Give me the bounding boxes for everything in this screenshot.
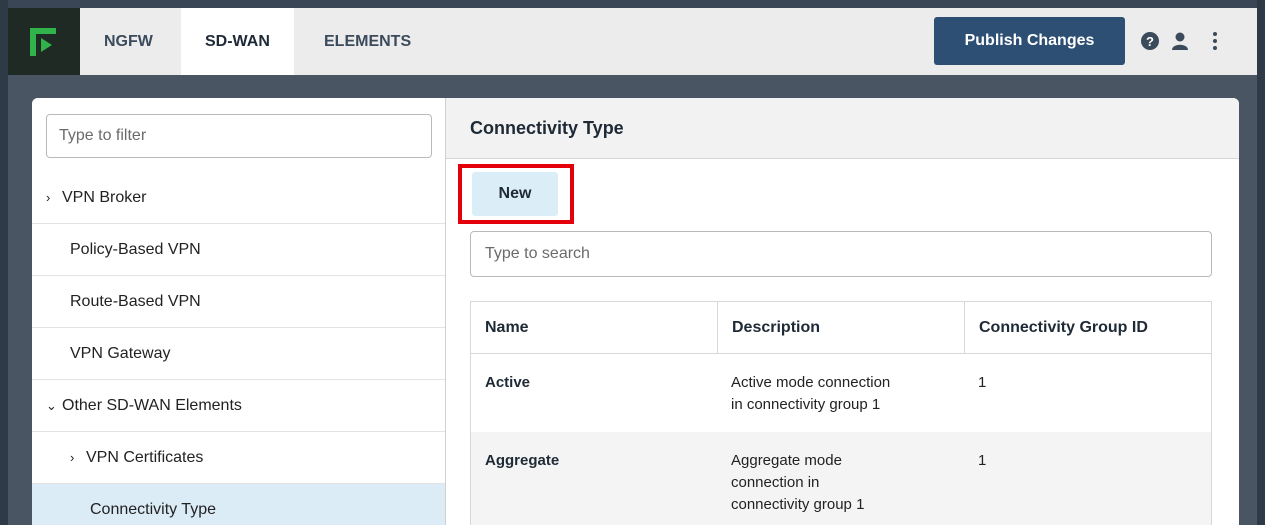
publish-changes-button[interactable]: Publish Changes bbox=[934, 17, 1125, 65]
sidebar-item-connectivity-type[interactable]: Connectivity Type bbox=[32, 484, 445, 525]
column-header-connectivity-group-id[interactable]: Connectivity Group ID bbox=[964, 302, 1211, 354]
chevron-down-icon: ⌄ bbox=[46, 398, 57, 413]
connectivity-type-table: Name Description Connectivity Group ID A… bbox=[470, 301, 1212, 525]
sidebar-item-label: Policy-Based VPN bbox=[70, 241, 201, 258]
nav-tab-ngfw[interactable]: NGFW bbox=[80, 8, 177, 75]
cell-description: Active mode connection in connectivity g… bbox=[717, 354, 964, 416]
chevron-right-icon: › bbox=[70, 450, 75, 465]
sidebar-item-other-sd-wan-elements[interactable]: ⌄ Other SD-WAN Elements bbox=[32, 380, 445, 432]
sidebar: Type to filter › VPN Broker Policy-Based … bbox=[32, 98, 446, 525]
content-header: Connectivity Type bbox=[446, 98, 1239, 159]
cell-name: Active bbox=[485, 374, 531, 391]
help-icon[interactable]: ? bbox=[1140, 31, 1160, 51]
cell-description-line: connection in bbox=[731, 474, 820, 491]
sidebar-item-policy-based-vpn[interactable]: Policy-Based VPN bbox=[32, 224, 445, 276]
cell-name: Aggregate bbox=[485, 452, 560, 469]
column-header-name[interactable]: Name bbox=[471, 302, 717, 354]
sidebar-item-label: Connectivity Type bbox=[90, 501, 216, 518]
cell-description-line: Aggregate mode bbox=[731, 452, 842, 469]
page-title: Connectivity Type bbox=[470, 118, 624, 138]
content-area: Connectivity Type New Type to search Nam… bbox=[446, 98, 1239, 525]
new-button[interactable]: New bbox=[472, 172, 558, 216]
chevron-right-icon: › bbox=[46, 190, 51, 205]
cell-group-id: 1 bbox=[978, 374, 987, 391]
sidebar-item-vpn-broker[interactable]: › VPN Broker bbox=[32, 172, 445, 224]
table-row[interactable]: Aggregate Aggregate mode connection in c… bbox=[471, 432, 1211, 525]
window-border-right bbox=[1257, 0, 1265, 525]
cell-description-line: connectivity group 1 bbox=[731, 496, 865, 513]
user-icon[interactable] bbox=[1170, 31, 1190, 51]
top-navigation-bar: NGFW SD-WAN ELEMENTS Publish Changes ? bbox=[8, 8, 1257, 75]
sidebar-item-vpn-certificates[interactable]: › VPN Certificates bbox=[32, 432, 445, 484]
sidebar-item-label: VPN Broker bbox=[62, 189, 147, 206]
sidebar-item-route-based-vpn[interactable]: Route-Based VPN bbox=[32, 276, 445, 328]
cell-description-line: Active mode connection bbox=[731, 374, 891, 391]
table-header-row: Name Description Connectivity Group ID bbox=[471, 302, 1211, 354]
column-header-description[interactable]: Description bbox=[717, 302, 964, 354]
sidebar-item-label: Other SD-WAN Elements bbox=[62, 397, 242, 414]
main-panel: Type to filter › VPN Broker Policy-Based … bbox=[32, 98, 1239, 525]
sidebar-item-label: VPN Gateway bbox=[70, 345, 171, 362]
sidebar-item-vpn-gateway[interactable]: VPN Gateway bbox=[32, 328, 445, 380]
cell-group-id: 1 bbox=[978, 452, 987, 469]
window-border-left bbox=[0, 0, 8, 525]
search-input[interactable]: Type to search bbox=[470, 231, 1212, 277]
nav-tab-sd-wan[interactable]: SD-WAN bbox=[181, 8, 294, 75]
cell-description-line: in connectivity group 1 bbox=[731, 396, 881, 413]
filter-input[interactable]: Type to filter bbox=[46, 114, 432, 158]
sidebar-item-label: VPN Certificates bbox=[86, 449, 204, 466]
nav-tab-elements[interactable]: ELEMENTS bbox=[300, 8, 435, 75]
sidebar-item-label: Route-Based VPN bbox=[70, 293, 201, 310]
table-row[interactable]: Active Active mode connection in connect… bbox=[471, 354, 1211, 432]
more-vertical-icon[interactable] bbox=[1205, 31, 1225, 51]
cell-description: Aggregate mode connection in connectivit… bbox=[717, 432, 964, 516]
forcepoint-logo-icon bbox=[30, 28, 56, 56]
svg-text:?: ? bbox=[1146, 34, 1154, 49]
app-logo[interactable] bbox=[8, 8, 80, 75]
